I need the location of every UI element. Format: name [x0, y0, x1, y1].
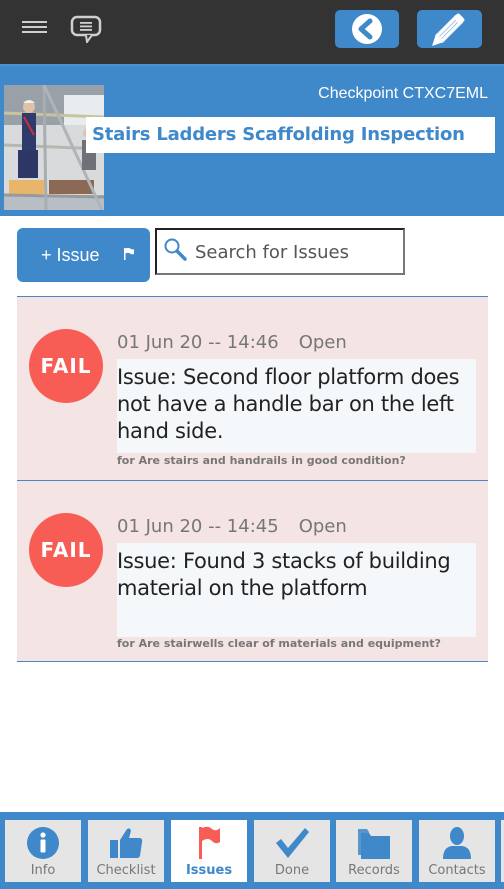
issue-description: Issue: Found 3 stacks of building materi… — [117, 549, 451, 600]
issue-meta: 01 Jun 20 -- 14:45 Open — [117, 516, 347, 537]
issue-question: for Are stairs and handrails in good con… — [117, 454, 406, 467]
search-box[interactable] — [155, 228, 405, 275]
issues-list: FAIL 01 Jun 20 -- 14:46 Open Issue: Secon… — [17, 296, 488, 662]
issue-date: 01 Jun 20 -- 14:45 — [117, 516, 279, 537]
flag-icon — [199, 826, 220, 859]
top-bar — [0, 0, 504, 66]
tab-label: Checklist — [96, 863, 156, 878]
checkmark-icon — [276, 828, 309, 858]
tab-label: Info — [30, 863, 56, 878]
person-icon — [443, 827, 471, 859]
folder-icon — [358, 829, 390, 859]
tab-info[interactable]: Info — [5, 820, 81, 882]
edit-button[interactable] — [417, 10, 482, 48]
tab-issues[interactable]: Issues — [171, 820, 247, 882]
fail-badge: FAIL — [29, 329, 103, 403]
flag-icon — [124, 247, 134, 260]
tab-label: Issues — [185, 863, 233, 878]
tab-records[interactable]: Records — [336, 820, 412, 882]
hamburger-menu-icon[interactable] — [22, 21, 47, 35]
tab-label: Done — [274, 863, 310, 878]
search-input[interactable] — [195, 238, 395, 266]
thumbs-up-icon — [110, 828, 143, 858]
fail-badge: FAIL — [29, 513, 103, 587]
issue-status: Open — [298, 332, 347, 353]
chat-bubble-icon[interactable] — [70, 15, 102, 43]
issue-description-box: Issue: Found 3 stacks of building materi… — [117, 543, 476, 637]
issue-description: Issue: Second floor platform does not ha… — [117, 365, 460, 443]
tab-contacts[interactable]: Contacts — [419, 820, 495, 882]
issue-meta: 01 Jun 20 -- 14:46 Open — [117, 332, 347, 353]
search-icon — [164, 238, 187, 261]
tab-done[interactable]: Done — [254, 820, 330, 882]
bottom-tab-bar: Info Checklist Issues Done Records Conta… — [0, 812, 504, 889]
checkpoint-id: Checkpoint CTXC7EML — [318, 85, 488, 102]
add-issue-button[interactable]: + Issue — [17, 228, 150, 282]
back-chevron-icon — [352, 14, 382, 44]
add-issue-label: + Issue — [41, 245, 100, 265]
page-title: Stairs Ladders Scaffolding Inspection — [92, 124, 465, 145]
title-box: Stairs Ladders Scaffolding Inspection — [86, 117, 495, 153]
issue-date: 01 Jun 20 -- 14:46 — [117, 332, 279, 353]
pencil-icon — [432, 13, 465, 46]
issue-question: for Are stairwells clear of materials an… — [117, 637, 441, 650]
info-icon — [27, 827, 59, 859]
issue-description-box: Issue: Second floor platform does not ha… — [117, 359, 476, 453]
back-button[interactable] — [335, 10, 399, 48]
checklist-header: Checkpoint CTXC7EML Stairs Ladders Scaff… — [0, 66, 504, 216]
issue-item[interactable]: FAIL 01 Jun 20 -- 14:45 Open Issue: Found… — [17, 480, 488, 662]
issue-item[interactable]: FAIL 01 Jun 20 -- 14:46 Open Issue: Secon… — [17, 296, 488, 480]
tab-label: Contacts — [428, 863, 486, 878]
issue-status: Open — [298, 516, 347, 537]
tab-label: Records — [348, 863, 400, 878]
tab-checklist[interactable]: Checklist — [88, 820, 164, 882]
